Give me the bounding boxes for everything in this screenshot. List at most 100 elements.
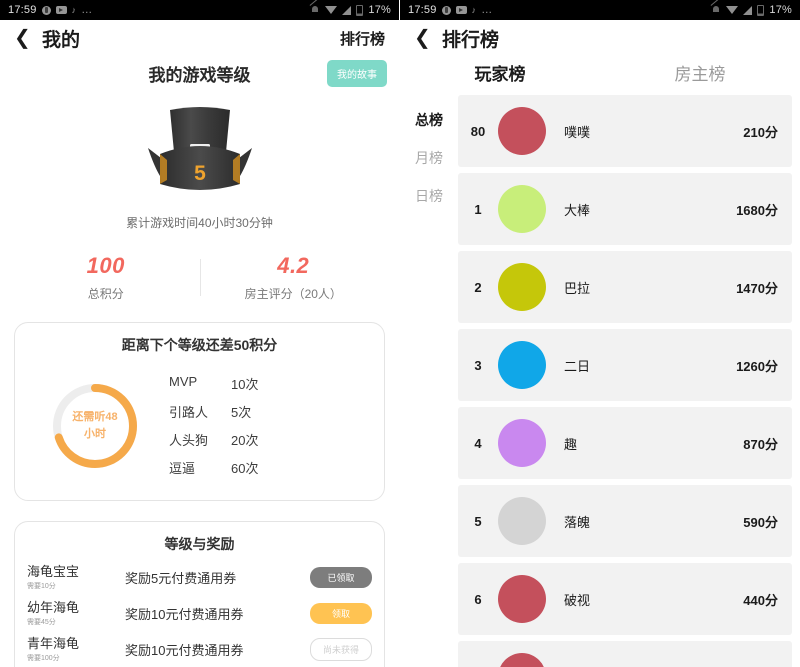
stat-label: 总积分 [87,287,124,301]
reward-row: 海龟宝宝 需要10分 奖励5元付费通用券 已领取 [25,560,374,596]
stat-key: 人头狗 [169,433,209,448]
stat-value: 60次 [231,461,259,476]
chevron-left-icon[interactable]: ❮ [14,28,32,48]
video-icon [455,6,467,14]
more-dots-icon: … [81,4,94,16]
status-bar-right: 17:59 ♪ … 17% [400,0,800,20]
rank-row[interactable]: 6 破视 440分 [458,563,792,635]
player-name: 巴拉 [564,280,591,296]
player-name: 落魄 [564,514,591,530]
rank-row[interactable]: 80 噗噗 210分 [458,95,792,167]
reward-claim-button[interactable]: 领取 [310,603,372,625]
reward-row: 青年海龟 需要100分 奖励10元付费通用券 尚未获得 [25,632,374,667]
my-profile-screen: 17:59 ♪ … 17% ❮ 我的 排行榜 我的游戏等级 我的故事 5 累计游… [0,0,400,667]
rewards-card-title: 等级与奖励 [164,536,235,552]
status-time: 17:59 [408,4,437,16]
stat-key: MVP [169,374,198,389]
play-time-note: 累计游戏时间40小时30分钟 [126,216,273,230]
avatar [498,107,546,155]
stat-value: 5次 [231,405,252,420]
video-icon [55,6,67,14]
battery-percent: 17% [368,4,391,16]
my-story-button[interactable]: 我的故事 [327,60,387,87]
stat-value: 100 [86,253,125,278]
progress-ring-label: 还需听48 小时 [49,380,141,472]
navbar-left: ❮ 我的 排行榜 [0,20,399,56]
avatar [498,263,546,311]
tab-host-board[interactable]: 房主榜 [600,60,800,85]
list-item: 逗逼 60次 [169,458,374,477]
reward-name-cell: 海龟宝宝需要10分 [27,564,125,591]
player-score: 210分 [743,124,778,140]
reward-claim-button[interactable]: 已领取 [310,567,372,589]
progress-card-body: 还需听48 小时 MVP 10次 引路人 5次 人头狗 20次 逗逼 60次 [25,361,374,486]
more-dots-icon: … [481,4,494,16]
leaderboard-tabs: 玩家榜 房主榜 [400,56,800,95]
tab-player-board[interactable]: 玩家榜 [400,60,600,85]
rank-row[interactable]: 4 趣 870分 [458,407,792,479]
stat-value: 20次 [231,433,259,448]
level-medal-icon: 5 [130,104,270,200]
sidebar-item-total[interactable]: 总榜 [400,101,458,139]
sidebar-item-daily[interactable]: 日榜 [400,177,458,215]
battery-icon [757,4,765,16]
ring-text-line1: 还需听48 [72,411,118,423]
bell-off-icon [310,5,320,15]
status-bar-left-group: 17:59 ♪ … [8,4,93,16]
avatar [498,419,546,467]
player-name: 噗噗 [564,124,591,140]
signal-icon [342,5,352,15]
music-note-icon: ♪ [471,5,477,15]
reward-description: 奖励10元付费通用券 [125,643,244,659]
rank-row[interactable]: 3 二日 1260分 [458,329,792,401]
rank-row[interactable]: 5 落魄 590分 [458,485,792,557]
avatar [498,497,546,545]
game-level-title: 我的游戏等级 [148,65,251,85]
disc-icon [441,5,451,15]
chevron-left-icon[interactable]: ❮ [414,28,432,48]
rank-row[interactable]: 7噗噗300分 [458,641,792,667]
stat-key: 引路人 [169,405,209,420]
reward-requirement: 需要10分 [27,582,56,590]
progress-card: 距离下个等级还差50积分 还需听48 小时 MVP 10次 引路人 5次 人头狗… [14,322,385,501]
rank-list: 80 噗噗 210分 1 大棒 1680分 2 巴拉 1470分 3 二日 1260分 4 趣 870分 5 落… [458,95,800,667]
player-score: 440分 [743,592,778,608]
player-score: 590分 [743,514,778,530]
reward-description: 奖励5元付费通用券 [125,571,237,587]
reward-name-cell: 青年海龟需要100分 [27,635,125,663]
rewards-card: 等级与奖励 海龟宝宝 需要10分 奖励5元付费通用券 已领取 幼年海龟 需要45分 奖励10… [14,521,385,667]
player-score: 1470分 [736,280,778,296]
rank-row[interactable]: 1 大棒 1680分 [458,173,792,245]
period-tabs: 总榜 月榜 日榜 [400,95,458,667]
sidebar-item-monthly[interactable]: 月榜 [400,139,458,177]
stat-label: 房主评分（20人） [244,287,342,301]
leaderboard-link[interactable]: 排行榜 [340,28,385,49]
rank-number: 2 [474,279,482,295]
list-item: MVP 10次 [169,374,374,393]
reward-requirement: 需要100分 [27,654,60,662]
rewards-list: 海龟宝宝 需要10分 奖励5元付费通用券 已领取 幼年海龟 需要45分 奖励10元付费通用券… [25,560,374,667]
avatar [498,575,546,623]
reward-name-cell: 幼年海龟需要45分 [27,599,125,627]
ring-text-line2: 小时 [84,427,106,440]
reward-level-name: 幼年海龟 [27,599,80,615]
list-item: 引路人 5次 [169,402,374,421]
rank-number: 80 [470,123,486,139]
medal-area: 5 [0,96,399,208]
avatar [498,341,546,389]
reward-level-name: 青年海龟 [27,635,80,651]
player-name: 趣 [564,436,578,452]
dual-screenshot-container: 17:59 ♪ … 17% ❮ 我的 排行榜 我的游戏等级 我的故事 5 累计游… [0,0,800,667]
stat-value: 10次 [231,377,259,392]
rank-row[interactable]: 2 巴拉 1470分 [458,251,792,323]
status-bar-left-group: 17:59 ♪ … [408,4,493,16]
progress-card-title: 距离下个等级还差50积分 [121,337,278,353]
stat-total-points: 100 总积分 [12,253,200,302]
rank-number: 3 [474,357,482,373]
leaderboard-screen: 17:59 ♪ … 17% ❮ 排行榜 玩家榜 房主榜 总榜 月榜 日榜 80 … [400,0,800,667]
avatar [498,653,546,667]
stats-row: 100 总积分 4.2 房主评分（20人） [0,253,399,302]
reward-requirement: 需要45分 [27,618,56,626]
reward-level-name: 海龟宝宝 [27,564,80,579]
wifi-icon [726,6,739,14]
